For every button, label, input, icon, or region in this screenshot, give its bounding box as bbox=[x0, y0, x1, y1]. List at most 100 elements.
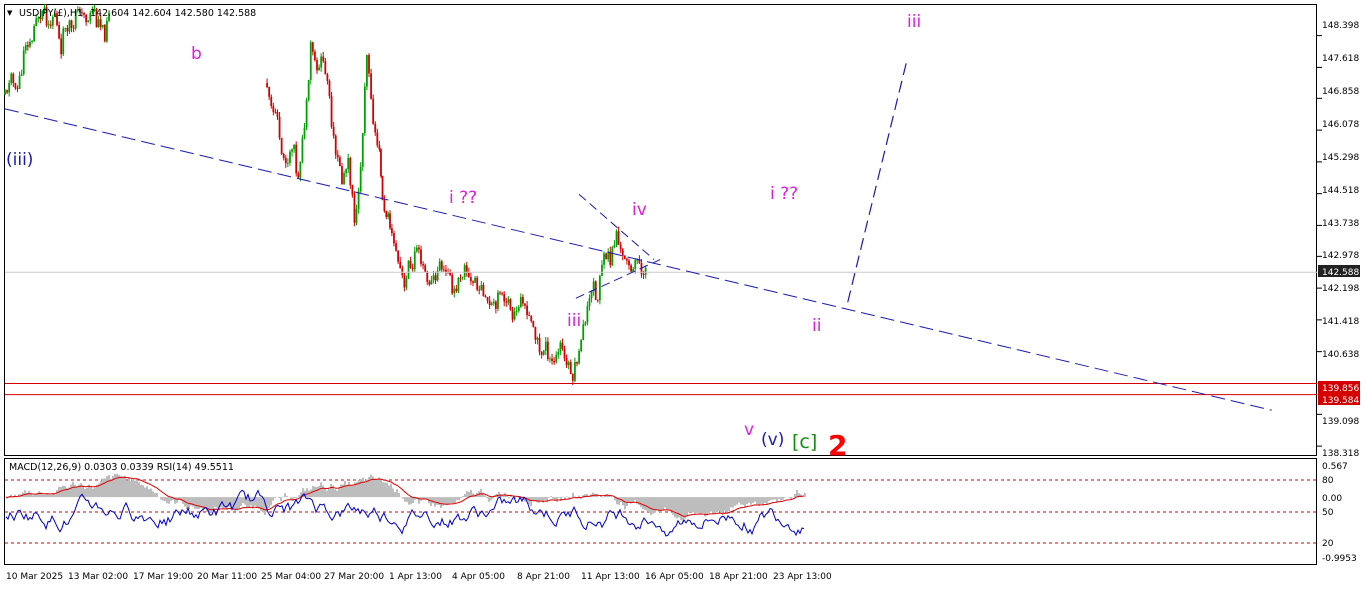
candle-body bbox=[528, 315, 530, 316]
macd-histogram-bar bbox=[268, 497, 270, 508]
price-tick: 144.518 bbox=[1322, 186, 1359, 196]
macd-histogram-bar bbox=[706, 497, 708, 516]
macd-histogram-bar bbox=[796, 490, 798, 497]
candle-body bbox=[566, 358, 568, 365]
macd-histogram-bar bbox=[724, 497, 726, 511]
macd-histogram-bar bbox=[330, 484, 332, 497]
wave-label-c-bracket: [c] bbox=[792, 431, 817, 453]
candle-body bbox=[289, 152, 291, 163]
candle-body bbox=[106, 21, 108, 42]
macd-histogram-bar bbox=[240, 497, 242, 506]
macd-histogram-bar bbox=[374, 479, 376, 498]
macd-histogram-bar bbox=[466, 491, 468, 497]
candle-body bbox=[491, 303, 493, 305]
candle-body bbox=[512, 310, 514, 320]
macd-histogram-bar bbox=[270, 497, 272, 505]
macd-histogram-bar bbox=[226, 497, 228, 510]
time-tick: 23 Apr 13:00 bbox=[773, 572, 832, 582]
candle-body bbox=[433, 275, 435, 280]
macd-histogram-bar bbox=[440, 497, 442, 508]
candle-body bbox=[60, 38, 62, 54]
candle-body bbox=[576, 362, 578, 363]
macd-histogram-bar bbox=[732, 497, 734, 507]
macd-histogram-bar bbox=[126, 480, 128, 497]
support-label-upper: 139.856 bbox=[1322, 384, 1359, 394]
candle-body bbox=[582, 324, 584, 340]
macd-histogram-bar bbox=[128, 477, 130, 497]
candle-body bbox=[69, 20, 71, 31]
candle-body bbox=[466, 265, 468, 272]
candle-body bbox=[535, 327, 537, 340]
macd-histogram-bar bbox=[460, 497, 462, 498]
macd-histogram-bar bbox=[726, 497, 728, 514]
macd-histogram-bar bbox=[384, 482, 386, 497]
macd-histogram-bar bbox=[624, 497, 626, 509]
macd-histogram-bar bbox=[212, 497, 214, 511]
candle-body bbox=[356, 209, 358, 223]
macd-histogram-bar bbox=[150, 489, 152, 498]
macd-histogram-bar bbox=[138, 482, 140, 497]
macd-histogram-bar bbox=[412, 497, 414, 503]
candle-body bbox=[31, 41, 33, 42]
price-tick: 143.738 bbox=[1322, 219, 1359, 229]
macd-histogram-bar bbox=[322, 486, 324, 498]
candle-body bbox=[645, 268, 647, 275]
macd-histogram-bar bbox=[380, 479, 382, 497]
macd-histogram-bar bbox=[390, 484, 392, 497]
indicator-axis: 0.567 80 0.00 50 20 -0.9953 bbox=[1322, 462, 1357, 564]
wave-label-two: 2 bbox=[828, 429, 847, 462]
time-axis[interactable]: 10 Mar 2025 13 Mar 02:00 17 Mar 19:00 20… bbox=[6, 572, 832, 582]
price-chart[interactable]: ▼ USDJPY(£),H1 142.604 142.604 142.580 1… bbox=[0, 0, 1366, 588]
chart-window[interactable]: ▼ USDJPY(£),H1 142.604 142.604 142.580 1… bbox=[0, 0, 1366, 588]
candle-body bbox=[310, 42, 312, 80]
macd-histogram-bar bbox=[238, 497, 240, 509]
macd-histogram-bar bbox=[324, 488, 326, 497]
candle-body bbox=[545, 342, 547, 351]
macd-histogram-bar bbox=[350, 485, 352, 497]
candle-body bbox=[441, 261, 443, 269]
indicator-tick: 0.567 bbox=[1322, 462, 1348, 472]
candle-body bbox=[487, 297, 489, 300]
macd-histogram-bar bbox=[746, 497, 748, 504]
macd-histogram-bar bbox=[144, 488, 146, 497]
macd-histogram-bar bbox=[392, 488, 394, 497]
macd-histogram-bar bbox=[366, 480, 368, 498]
candle-body bbox=[587, 306, 589, 323]
candle-body bbox=[23, 51, 25, 74]
macd-histogram-bar bbox=[284, 493, 286, 497]
macd-histogram-bar bbox=[490, 497, 492, 500]
candle-body bbox=[64, 28, 66, 29]
symbol-dropdown-icon[interactable]: ▼ bbox=[7, 9, 13, 17]
macd-histogram-bar bbox=[572, 493, 574, 497]
macd-histogram-bar bbox=[278, 497, 280, 498]
candle-body bbox=[505, 301, 507, 302]
macd-histogram-bar bbox=[94, 487, 96, 497]
candle-body bbox=[555, 355, 557, 362]
macd-histogram-bar bbox=[762, 497, 764, 505]
candle-body bbox=[628, 261, 630, 266]
candle-body bbox=[414, 251, 416, 269]
macd-histogram-bar bbox=[24, 490, 26, 497]
macd-histogram-bar bbox=[480, 489, 482, 497]
macd-histogram-bar bbox=[290, 497, 292, 499]
candle-body bbox=[497, 293, 499, 309]
macd-histogram-bar bbox=[464, 494, 466, 497]
macd-histogram-bar bbox=[124, 476, 126, 497]
macd-histogram-bar bbox=[114, 474, 116, 497]
candle-body bbox=[453, 289, 455, 294]
macd-histogram-bar bbox=[242, 497, 244, 503]
macd-histogram-bar bbox=[682, 497, 684, 522]
candle-body bbox=[320, 57, 322, 68]
macd-histogram-bar bbox=[316, 487, 318, 497]
macd-histogram-bar bbox=[130, 481, 132, 497]
macd-histogram-bar bbox=[50, 495, 52, 497]
candle-body bbox=[27, 45, 29, 47]
macd-histogram-bar bbox=[702, 497, 704, 513]
macd-histogram-bar bbox=[432, 497, 434, 503]
time-tick: 16 Apr 05:00 bbox=[645, 572, 704, 582]
candle-body bbox=[547, 342, 549, 359]
candle-body bbox=[393, 233, 395, 243]
candle-body bbox=[522, 297, 524, 304]
candle-body bbox=[562, 343, 564, 349]
candle-body bbox=[62, 28, 64, 54]
